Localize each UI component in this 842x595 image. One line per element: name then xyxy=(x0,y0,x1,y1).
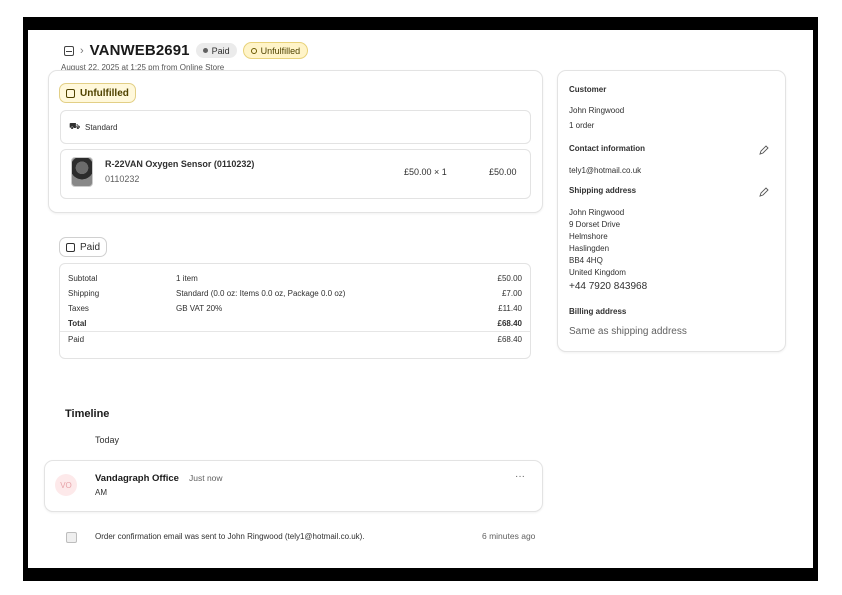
timeline-event-checkbox[interactable] xyxy=(66,532,77,543)
payment-row-shipping: Shipping Standard (0.0 oz: Items 0.0 oz,… xyxy=(68,289,522,301)
fulfillment-status-label: Unfulfilled xyxy=(260,45,301,56)
address-line: 9 Dorset Drive xyxy=(569,220,621,229)
payment-status-badge: Paid xyxy=(195,43,237,58)
timeline-event-text: Order confirmation email was sent to Joh… xyxy=(95,532,365,541)
payment-row-amount: £11.40 xyxy=(498,304,522,313)
customer-name[interactable]: John Ringwood xyxy=(569,106,624,115)
payment-row-amount: £68.40 xyxy=(497,319,522,328)
shipping-heading: Shipping address xyxy=(569,186,637,195)
contact-heading: Contact information xyxy=(569,144,645,153)
payment-row-detail: GB VAT 20% xyxy=(176,304,223,313)
payment-row-label: Paid xyxy=(68,335,85,344)
edit-shipping-icon[interactable] xyxy=(759,187,769,197)
package-icon xyxy=(66,88,75,98)
payment-summary: Subtotal 1 item £50.00 Shipping Standard… xyxy=(59,263,531,359)
payment-row-detail: Standard (0.0 oz: Items 0.0 oz, Package … xyxy=(176,289,346,298)
payment-row-label: Taxes xyxy=(68,304,89,313)
comment-time: Just now xyxy=(189,473,223,483)
unfulfilled-tag: Unfulfilled xyxy=(59,83,136,103)
customer-order-count[interactable]: 1 order xyxy=(569,121,594,130)
contact-email[interactable]: tely1@hotmail.co.uk xyxy=(569,166,641,175)
address-line: United Kingdom xyxy=(569,268,626,277)
dot-icon xyxy=(202,48,208,53)
divider xyxy=(60,331,530,332)
address-line: BB4 4HQ xyxy=(569,256,603,265)
comment-author: Vandagraph Office xyxy=(95,473,179,484)
unit-price-quantity: £50.00 × 1 xyxy=(404,167,447,177)
orders-icon[interactable] xyxy=(64,45,74,56)
fulfillment-status-badge: Unfulfilled xyxy=(242,42,309,59)
shipping-method-box: ⛟ Standard xyxy=(60,110,531,144)
address-line: Haslingden xyxy=(569,244,610,253)
page-title: VANWEB2691 xyxy=(89,42,190,59)
address-line: Helmshore xyxy=(569,232,608,241)
customer-heading: Customer xyxy=(569,85,607,94)
payment-row-total: Total £68.40 xyxy=(68,319,522,331)
timeline-heading: Timeline xyxy=(65,408,110,420)
product-name[interactable]: R-22VAN Oxygen Sensor (0110232) xyxy=(105,159,254,169)
comment-body: AM xyxy=(95,488,107,497)
paid-tag-label: Paid xyxy=(80,241,101,253)
fulfillment-card: Unfulfilled ⛟ Standard R-22VAN Oxygen Se… xyxy=(48,70,543,213)
page-header: › VANWEB2691 Paid Unfulfilled xyxy=(64,42,309,59)
payment-row-amount: £7.00 xyxy=(501,289,522,298)
order-page: › VANWEB2691 Paid Unfulfilled August 22,… xyxy=(28,30,813,568)
avatar: VO xyxy=(55,474,77,496)
payment-row-amount: £50.00 xyxy=(497,274,522,283)
payment-row-detail: 1 item xyxy=(176,274,198,283)
billing-heading: Billing address xyxy=(569,307,627,316)
customer-card: Customer John Ringwood 1 order Contact i… xyxy=(557,70,786,352)
timeline-comment: VO Vandagraph Office Just now AM ··· xyxy=(44,460,543,512)
product-sku: 0110232 xyxy=(105,174,140,184)
payment-row-label: Shipping xyxy=(68,289,100,298)
unfulfilled-tag-label: Unfulfilled xyxy=(80,87,129,99)
paid-tag: Paid xyxy=(59,237,108,257)
payment-row-label: Subtotal xyxy=(68,274,98,283)
billing-value: Same as shipping address xyxy=(569,326,687,337)
line-item: R-22VAN Oxygen Sensor (0110232) 0110232 … xyxy=(60,149,531,199)
shipping-method-label: Standard xyxy=(85,123,118,132)
truck-icon: ⛟ xyxy=(69,121,81,131)
payment-row-amount: £68.40 xyxy=(497,335,522,344)
chevron-right-icon: › xyxy=(80,44,84,57)
line-total: £50.00 xyxy=(489,167,517,177)
timeline-day: Today xyxy=(95,435,120,445)
payment-row-taxes: Taxes GB VAT 20% £11.40 xyxy=(68,304,522,316)
payment-row-subtotal: Subtotal 1 item £50.00 xyxy=(68,274,522,286)
ring-icon xyxy=(250,47,257,54)
payment-row-label: Total xyxy=(68,319,87,328)
timeline-event-time: 6 minutes ago xyxy=(482,531,536,541)
payment-status-label: Paid xyxy=(211,45,230,56)
more-actions-icon[interactable]: ··· xyxy=(515,471,525,482)
edit-contact-icon[interactable] xyxy=(759,145,769,155)
product-image[interactable] xyxy=(71,157,93,187)
address-line: John Ringwood xyxy=(569,208,625,217)
receipt-icon xyxy=(66,242,75,252)
customer-phone[interactable]: +44 7920 843968 xyxy=(569,281,647,292)
payment-row-paid: Paid £68.40 xyxy=(68,335,522,347)
